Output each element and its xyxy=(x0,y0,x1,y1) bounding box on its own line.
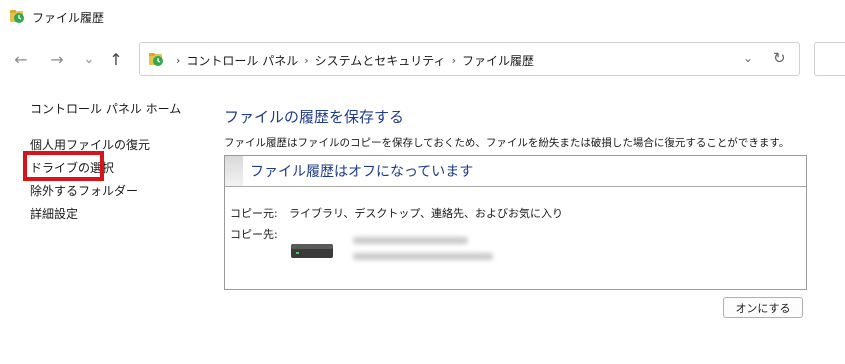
forward-arrow-icon: → xyxy=(50,49,64,69)
address-dropdown-icon[interactable]: ⌄ xyxy=(743,51,753,65)
file-history-window: ファイル履歴 ← → ⌄ ↑ › コントロール パネル › システムとセキュリテ… xyxy=(0,0,845,364)
address-bar[interactable]: › コントロール パネル › システムとセキュリティ › ファイル履歴 ⌄ ↻ xyxy=(139,42,800,76)
breadcrumb-file-history[interactable]: ファイル履歴 xyxy=(462,52,534,69)
highlight-annotation-box xyxy=(23,151,104,181)
file-history-icon xyxy=(149,53,163,66)
status-panel: ファイル履歴はオフになっています コピー元: ライブラリ、デスクトップ、連絡先、… xyxy=(224,155,807,290)
chevron-right-icon: › xyxy=(176,54,181,67)
breadcrumb-control-panel[interactable]: コントロール パネル xyxy=(186,52,298,69)
recent-locations-button[interactable]: ⌄ xyxy=(78,48,100,70)
back-arrow-icon: ← xyxy=(14,49,28,69)
drive-icon xyxy=(291,244,333,258)
forward-button[interactable]: → xyxy=(46,48,68,70)
search-input[interactable] xyxy=(814,42,845,76)
back-button[interactable]: ← xyxy=(10,48,32,70)
page-description: ファイル履歴はファイルのコピーを保存しておくため、ファイルを紛失または破損した場… xyxy=(224,137,790,149)
copy-from-label: コピー元: xyxy=(230,207,278,220)
sidebar-item-advanced-settings[interactable]: 詳細設定 xyxy=(30,205,78,222)
up-arrow-icon: ↑ xyxy=(109,49,123,69)
turn-on-button[interactable]: オンにする xyxy=(723,297,803,318)
copy-to-label: コピー先: xyxy=(230,228,278,241)
status-panel-header: ファイル履歴はオフになっています xyxy=(225,156,806,187)
window-title: ファイル履歴 xyxy=(32,11,105,25)
refresh-icon[interactable]: ↻ xyxy=(773,49,786,67)
chevron-right-icon[interactable]: › xyxy=(452,54,456,67)
up-button[interactable]: ↑ xyxy=(105,48,127,70)
copy-from-value: ライブラリ、デスクトップ、連絡先、およびお気に入り xyxy=(289,207,564,220)
redacted-drive-name xyxy=(353,237,468,244)
breadcrumb-system-security[interactable]: システムとセキュリティ xyxy=(315,52,446,69)
page-title: ファイルの履歴を保存する xyxy=(224,108,405,126)
chevron-down-icon: ⌄ xyxy=(83,51,95,67)
title-bar: ファイル履歴 xyxy=(0,0,845,36)
header-stripe xyxy=(225,156,243,186)
chevron-right-icon[interactable]: › xyxy=(304,54,308,67)
sidebar-item-exclude-folders[interactable]: 除外するフォルダー xyxy=(30,182,138,199)
status-title: ファイル履歴はオフになっています xyxy=(250,164,474,180)
navigation-bar: ← → ⌄ ↑ › コントロール パネル › システムとセキュリティ › ファイ… xyxy=(0,36,845,82)
breadcrumb: › コントロール パネル › システムとセキュリティ › ファイル履歴 xyxy=(170,52,534,69)
redacted-drive-info xyxy=(353,253,493,260)
control-panel-home-link[interactable]: コントロール パネル ホーム xyxy=(30,100,181,117)
file-history-icon xyxy=(10,10,24,23)
left-pane: コントロール パネル ホーム 個人用ファイルの復元 ドライブの選択 除外するフォ… xyxy=(0,82,205,364)
